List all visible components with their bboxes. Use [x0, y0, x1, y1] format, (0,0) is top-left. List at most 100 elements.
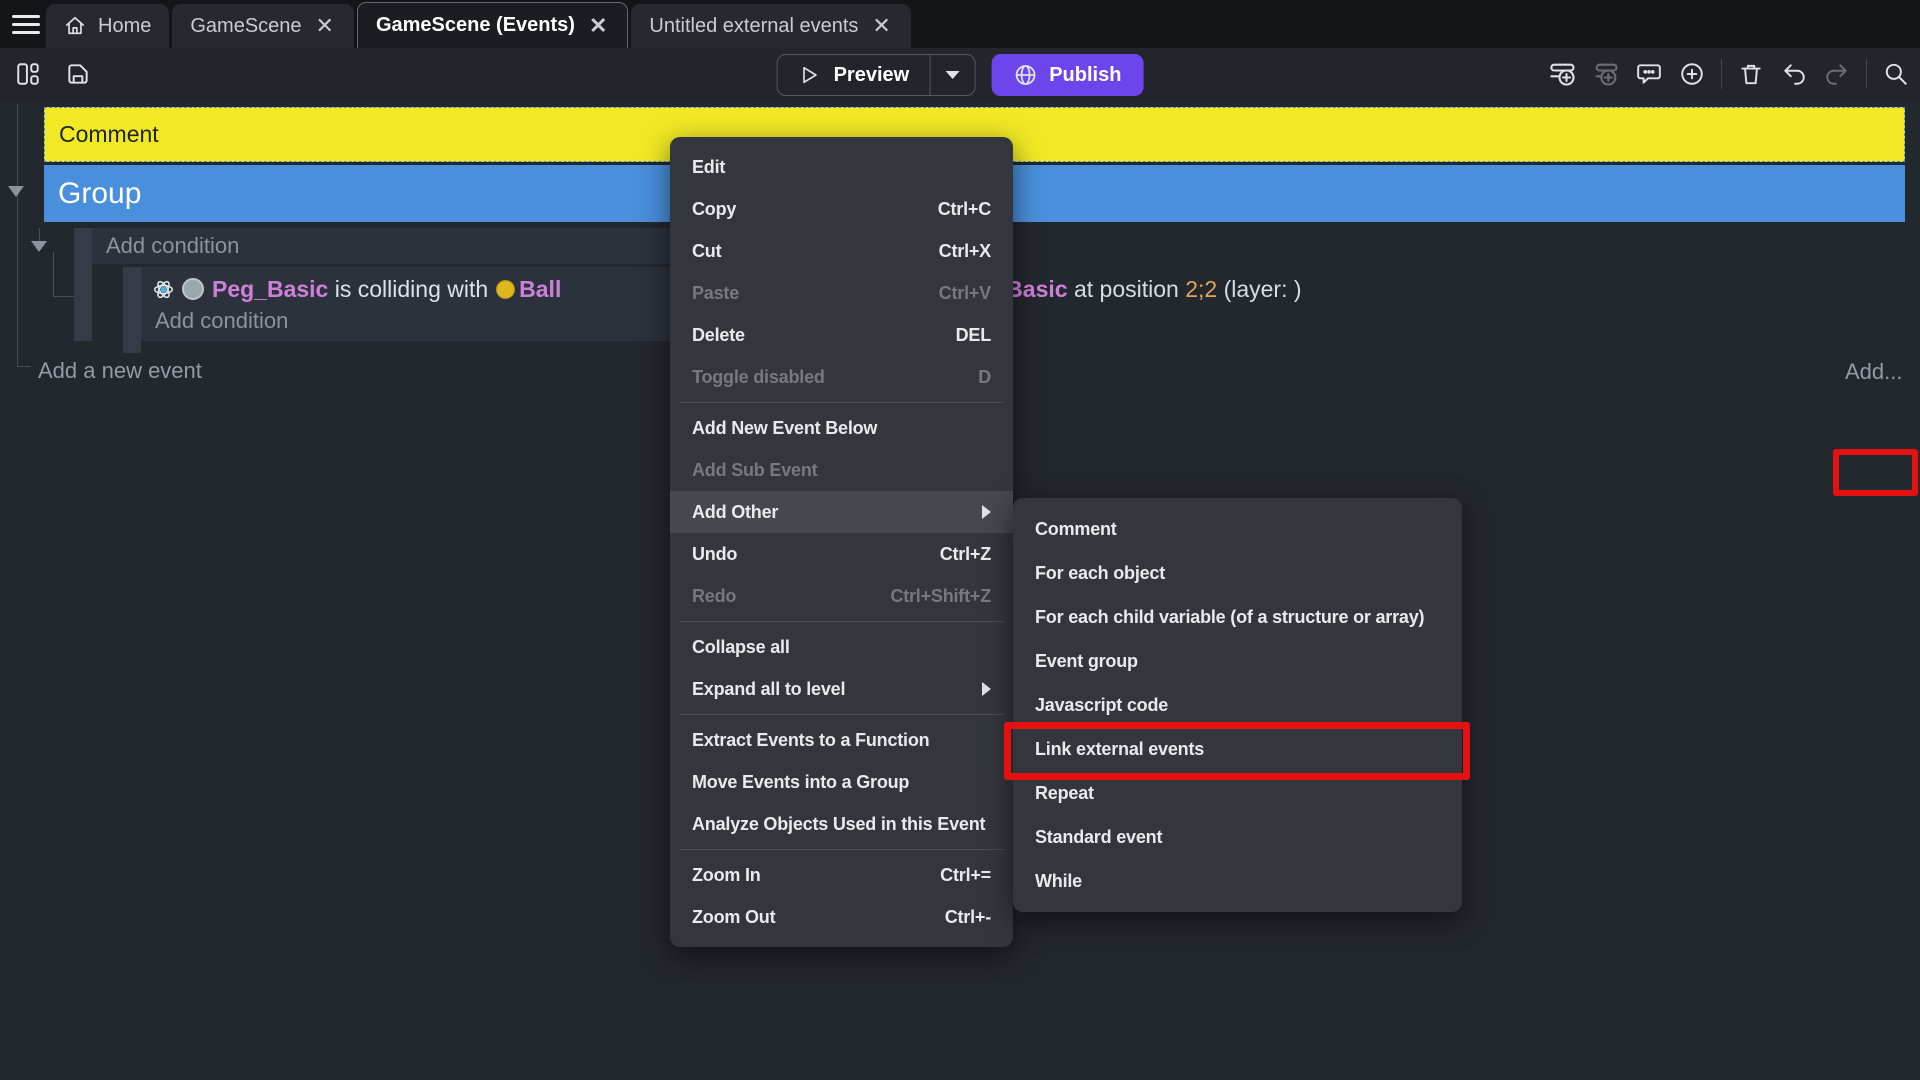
menu-divider: [680, 621, 1003, 622]
menu-item-label: Edit: [692, 157, 725, 178]
menu-item-add-new-event-below[interactable]: Add New Event Below: [670, 407, 1013, 449]
menu-item-label: Copy: [692, 199, 736, 220]
toolbar-divider: [1866, 59, 1867, 89]
menu-item-cut[interactable]: CutCtrl+X: [670, 230, 1013, 272]
collapse-event-icon[interactable]: [31, 241, 47, 252]
collapse-group-icon[interactable]: [8, 186, 24, 197]
tab-label: Home: [98, 15, 151, 38]
menu-item-toggle-disabled[interactable]: Toggle disabledD: [670, 356, 1013, 398]
add-button[interactable]: Add...: [1845, 359, 1902, 385]
menu-item-paste[interactable]: PasteCtrl+V: [670, 272, 1013, 314]
menu-item-copy[interactable]: Copy Ctrl+C: [670, 188, 1013, 230]
menu-item-edit[interactable]: Edit: [670, 146, 1013, 188]
submenu-item-standard-event[interactable]: Standard event: [1013, 815, 1462, 859]
menu-item-label: Add New Event Below: [692, 418, 877, 439]
menu-item-label: Repeat: [1035, 783, 1094, 804]
menu-item-extract-events-to-a-function[interactable]: Extract Events to a Function: [670, 719, 1013, 761]
menu-item-shortcut: Ctrl+C: [938, 199, 991, 220]
menu-item-label: Undo: [692, 544, 737, 565]
menu-item-delete[interactable]: DeleteDEL: [670, 314, 1013, 356]
add-event-button[interactable]: [1549, 60, 1577, 88]
menu-item-add-other[interactable]: Add Other: [670, 491, 1013, 533]
search-button[interactable]: [1882, 60, 1910, 88]
peg-object-icon: [181, 277, 205, 301]
add-other-button[interactable]: [1678, 60, 1706, 88]
menu-item-shortcut: Ctrl+-: [945, 907, 991, 928]
comment-text: Comment: [59, 121, 159, 148]
tab-label: GameScene (Events): [376, 14, 575, 37]
tab-gamescene[interactable]: GameScene ✕: [172, 4, 354, 48]
play-icon: [798, 64, 820, 86]
annotation-box-add-button: [1833, 449, 1918, 496]
submenu-item-for-each-child-variable-of-a-structure-or-array[interactable]: For each child variable (of a structure …: [1013, 595, 1462, 639]
submenu-item-javascript-code[interactable]: Javascript code: [1013, 683, 1462, 727]
menu-item-zoom-in[interactable]: Zoom InCtrl+=: [670, 854, 1013, 896]
tab-untitled-external-events[interactable]: Untitled external events✕: [631, 4, 910, 48]
publish-label: Publish: [1049, 64, 1121, 87]
position-value: 2;2: [1185, 276, 1217, 302]
tab-home[interactable]: Home: [46, 4, 169, 48]
submenu-item-while[interactable]: While: [1013, 859, 1462, 903]
submenu-item-for-each-object[interactable]: For each object: [1013, 551, 1462, 595]
tree-line: [53, 296, 74, 297]
layout-panels-icon: [15, 61, 41, 87]
toolbar-divider: [1721, 59, 1722, 89]
add-subevent-icon: [1592, 60, 1620, 88]
save-icon: [65, 61, 91, 87]
trash-icon: [1738, 61, 1764, 87]
close-tab-icon[interactable]: ✕: [314, 15, 336, 37]
group-title: Group: [58, 177, 141, 211]
preview-button[interactable]: Preview: [778, 64, 930, 87]
context-menu: EditCopyCtrl+CCutCtrl+XPasteCtrl+VDelete…: [670, 137, 1013, 947]
menu-item-label: Toggle disabled: [692, 367, 825, 388]
toggle-panels-button[interactable]: [14, 60, 42, 88]
menu-item-zoom-out[interactable]: Zoom OutCtrl+-: [670, 896, 1013, 938]
plus-circle-icon: [1679, 61, 1705, 87]
menu-item-undo[interactable]: Undo Ctrl+Z: [670, 533, 1013, 575]
submenu-item-event-group[interactable]: Event group: [1013, 639, 1462, 683]
menu-item-label: Extract Events to a Function: [692, 730, 929, 751]
menu-item-label: Javascript code: [1035, 695, 1168, 716]
ball-object-icon: [495, 279, 516, 300]
tree-line: [53, 252, 54, 297]
add-new-event-link[interactable]: Add a new event: [38, 358, 202, 384]
annotation-box-link-external-events: [1004, 722, 1470, 780]
save-button[interactable]: [64, 60, 92, 88]
menu-divider: [680, 714, 1003, 715]
tab-gamescene-events[interactable]: GameScene (Events) ✕: [357, 2, 628, 48]
publish-button[interactable]: Publish: [991, 54, 1143, 96]
tab-label: GameScene: [190, 15, 301, 38]
menu-item-expand-all-to-level[interactable]: Expand all to level: [670, 668, 1013, 710]
undo-icon: [1781, 61, 1807, 87]
tab-strip: HomeGameScene✕GameScene (Events)✕Untitle…: [46, 0, 911, 48]
menu-item-shortcut: Ctrl+Z: [940, 544, 991, 565]
comment-bubble-icon: [1636, 61, 1662, 87]
add-comment-button[interactable]: [1635, 60, 1663, 88]
menu-item-move-events-into-a-group[interactable]: Move Events into a Group: [670, 761, 1013, 803]
preview-label: Preview: [834, 64, 910, 87]
delete-button[interactable]: [1737, 60, 1765, 88]
toolbar: Preview Publish: [0, 48, 1920, 100]
action-text: at position: [1068, 276, 1186, 302]
menu-item-label: Event group: [1035, 651, 1138, 672]
menu-item-redo[interactable]: RedoCtrl+Shift+Z: [670, 575, 1013, 617]
menu-item-collapse-all[interactable]: Collapse all: [670, 626, 1013, 668]
menu-divider: [680, 849, 1003, 850]
close-tab-icon[interactable]: ✕: [587, 15, 609, 37]
tree-line: [39, 228, 40, 241]
close-tab-icon[interactable]: ✕: [870, 15, 892, 37]
main-menu-icon[interactable]: [0, 0, 46, 48]
menu-item-label: Add Sub Event: [692, 460, 817, 481]
menu-item-analyze-objects-used-in-this-event[interactable]: Analyze Objects Used in this Event: [670, 803, 1013, 845]
preview-options-button[interactable]: [929, 55, 974, 95]
menu-item-label: Expand all to level: [692, 679, 845, 700]
action-text: (layer: ): [1217, 276, 1301, 302]
menu-item-label: Comment: [1035, 519, 1117, 540]
redo-button[interactable]: [1823, 60, 1851, 88]
menu-item-label: Add Other: [692, 502, 778, 523]
add-subevent-button[interactable]: [1592, 60, 1620, 88]
submenu-item-comment[interactable]: Comment: [1013, 507, 1462, 551]
undo-button[interactable]: [1780, 60, 1808, 88]
menu-item-add-sub-event[interactable]: Add Sub Event: [670, 449, 1013, 491]
menu-item-label: Delete: [692, 325, 745, 346]
